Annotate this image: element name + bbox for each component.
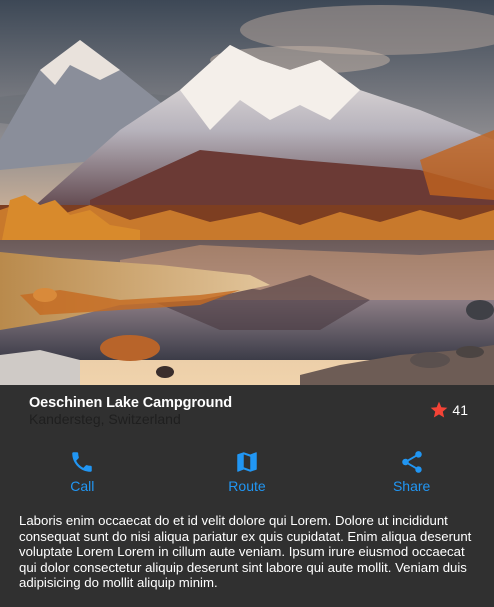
action-buttons: Call Route Share (0, 441, 494, 501)
call-button[interactable]: Call (27, 441, 137, 501)
star-icon[interactable] (429, 400, 449, 420)
route-button[interactable]: Route (192, 441, 302, 501)
phone-icon (72, 452, 93, 472)
route-label: Route (228, 478, 266, 494)
favorite-count: 41 (452, 402, 468, 418)
share-label: Share (392, 478, 431, 494)
header-image (0, 0, 494, 385)
title-section: Oeschinen Lake Campground Kandersteg, Sw… (0, 385, 494, 441)
call-label: Call (70, 478, 95, 494)
share-button[interactable]: Share (357, 441, 467, 501)
description-text: Laboris enim occaecat do et id velit dol… (19, 513, 472, 591)
favorite-widget[interactable]: 41 (429, 400, 468, 420)
campground-location: Kandersteg, Switzerland (29, 411, 181, 427)
map-icon (237, 452, 257, 472)
campground-title: Oeschinen Lake Campground (29, 395, 232, 411)
share-icon (401, 451, 422, 473)
